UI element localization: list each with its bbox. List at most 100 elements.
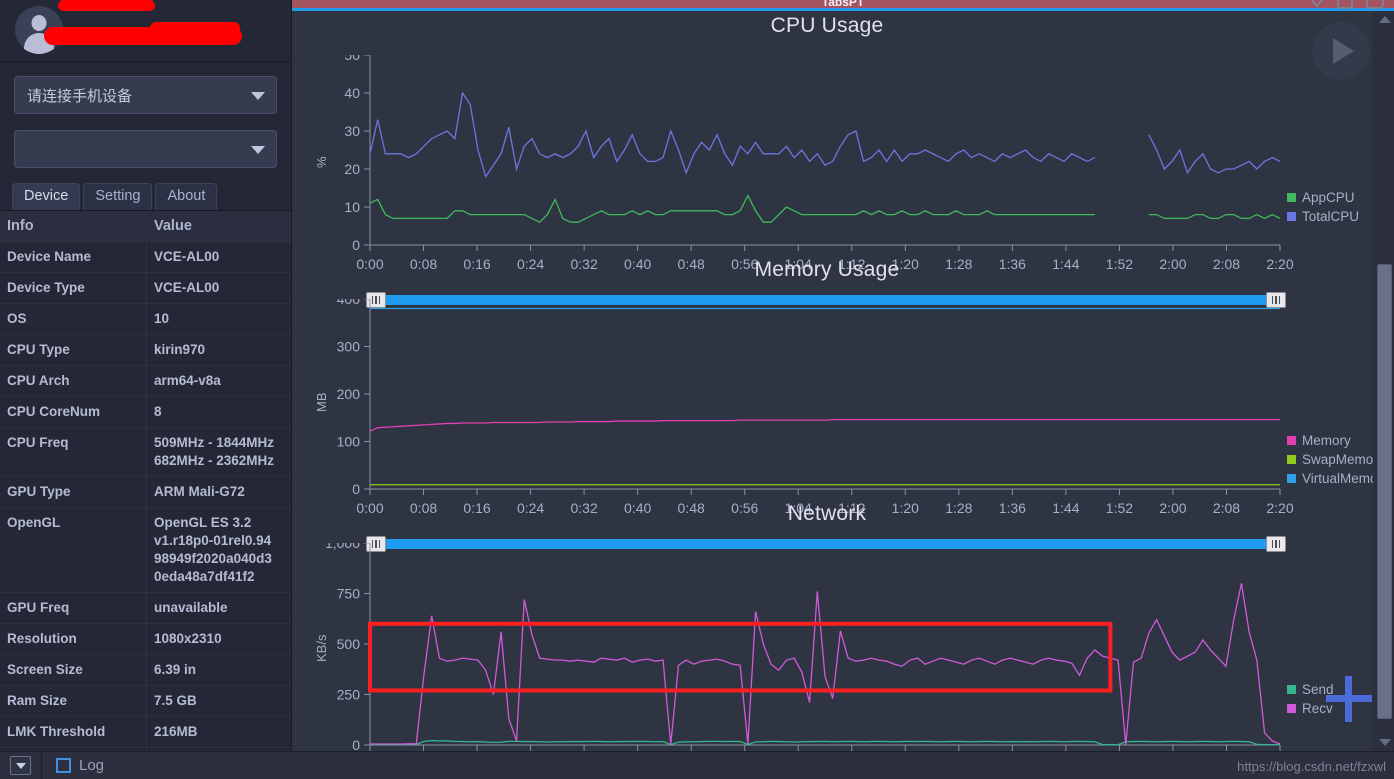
window-controls (1309, 0, 1385, 9)
y-tick-label: 750 (337, 586, 361, 602)
log-checkbox[interactable] (56, 758, 71, 773)
y-tick-label: 200 (337, 386, 361, 402)
table-cell-value: 7.5 GB (154, 693, 197, 708)
series-line-memory (369, 419, 1280, 432)
maximize-icon[interactable] (1365, 0, 1385, 9)
tab-device-label: Device (24, 188, 69, 204)
y-tick-label: 100 (337, 434, 361, 450)
table-row: Resolution 1080x2310 (0, 624, 291, 655)
table-cell-info: CPU CoreNum (0, 397, 147, 427)
chart-title: CPU Usage (770, 14, 884, 37)
redaction-mark (150, 22, 240, 34)
table-cell-value: kirin970 (154, 342, 206, 357)
table-row: CPU CoreNum 8 (0, 397, 291, 428)
legend-swatch-icon (1287, 212, 1296, 221)
chevron-down-icon (15, 762, 26, 769)
table-cell-value: OpenGL ES 3.2 v1.r18p0-01rel0.94 98949f2… (154, 515, 272, 584)
play-icon (1333, 38, 1354, 64)
legend-swatch-icon (1287, 436, 1296, 445)
minimize-icon[interactable] (1336, 0, 1354, 9)
selectors: 请连接手机设备 (0, 62, 291, 168)
chevron-down-icon (251, 92, 265, 100)
chevron-down-icon[interactable] (1309, 0, 1325, 9)
table-header-row: Info Value (0, 211, 291, 242)
series-line-totalcpu (369, 91, 1281, 179)
plot-area: 010203040500:00 0:08 0:16 0:24 0:32 0:40 0:48 0… (344, 55, 1294, 272)
y-tick-label: 50 (344, 55, 360, 63)
avatar-head-shape (31, 15, 47, 31)
legend-swatch-icon (1287, 704, 1296, 713)
window-title-bar: TabsPT (292, 0, 1394, 9)
table-cell-info: Screen Size (0, 655, 147, 685)
legend-label: TotalCPU (1302, 209, 1360, 224)
highlight-rectangle (368, 621, 1113, 693)
legend-swatch-icon (1287, 474, 1296, 483)
table-cell-info: CPU Freq (0, 428, 147, 476)
chevron-down-icon (1378, 739, 1391, 746)
table-row: OS 10 (0, 304, 291, 335)
sidebar-tabs: Device Setting About (0, 183, 291, 211)
table-cell-info: Ram Size (0, 686, 147, 716)
device-select-value: 请连接手机设备 (27, 87, 133, 105)
app-window: 请连接手机设备 Device Setting About Info Value … (0, 0, 1394, 779)
y-tick-label: 400 (337, 299, 361, 307)
legend-item[interactable]: TotalCPU (1287, 207, 1359, 226)
bottom-status-bar: Log https://blog.csdn.net/fzxwl (0, 751, 1394, 779)
plot-area: 01002003004000:00 0:08 0:16 0:24 0:32 0:40 0:4… (337, 299, 1294, 516)
tab-device[interactable]: Device (12, 183, 81, 210)
table-cell-info: CPU Type (0, 335, 147, 365)
table-cell-value: 1080x2310 (154, 631, 222, 646)
column-header-info: Info (0, 211, 147, 241)
table-cell-info: Resolution (0, 624, 147, 654)
table-cell-value: 6.39 in (154, 662, 197, 677)
add-button[interactable] (1326, 676, 1372, 722)
device-info-table: Info Value Device Name VCE-AL00 Device Typ… (0, 211, 291, 779)
tab-about-label: About (167, 188, 206, 204)
process-select[interactable] (14, 130, 277, 168)
table-cell-info: OpenGL (0, 508, 147, 592)
axis-lines (369, 299, 1280, 490)
scrollbar-thumb[interactable] (1377, 264, 1392, 719)
y-tick-label: 10 (344, 199, 360, 215)
charts-container: CPU Usage% 0 10 20 30 40 50 0:00 0:08 0:16 0:24 0:3… (292, 11, 1389, 772)
profile-header (0, 0, 291, 62)
y-tick-label: 40 (344, 85, 360, 101)
table-cell-value: VCE-AL00 (154, 249, 220, 264)
table-row: Device Type VCE-AL00 (0, 273, 291, 304)
log-label: Log (79, 757, 105, 774)
table-cell-value: 10 (154, 311, 170, 326)
main-vertical-scrollbar[interactable] (1373, 11, 1394, 751)
table-cell-value: unavailable (154, 600, 228, 615)
play-button[interactable] (1312, 22, 1370, 80)
table-row: GPU Type ARM Mali-G72 (0, 477, 291, 508)
y-tick-label: 500 (337, 636, 361, 652)
table-cell-value: 8 (154, 404, 162, 419)
device-select[interactable]: 请连接手机设备 (14, 76, 277, 114)
table-cell-info: OS (0, 304, 147, 334)
plot-area: 02505007501,0000:000:080:160:240:320:400… (325, 543, 1294, 772)
scroll-down-button[interactable] (1374, 734, 1394, 751)
legend-swatch-icon (1287, 455, 1296, 464)
tab-about[interactable]: About (155, 183, 218, 210)
legend-label: Memory (1302, 433, 1351, 448)
legend-item[interactable]: AppCPU (1287, 188, 1359, 207)
chart-legend: AppCPU TotalCPU (1287, 188, 1359, 226)
table-row: LMK Threshold 216MB (0, 717, 291, 748)
table-cell-info: GPU Freq (0, 593, 147, 623)
redaction-mark (58, 0, 155, 11)
y-tick-label: 30 (344, 123, 360, 139)
watermark: https://blog.csdn.net/fzxwl (1237, 759, 1386, 774)
table-row: Screen Size 6.39 in (0, 655, 291, 686)
y-tick-label: 0 (352, 237, 360, 253)
table-cell-info: CPU Arch (0, 366, 147, 396)
expand-panel-button[interactable] (10, 756, 31, 775)
table-cell-info: GPU Type (0, 477, 147, 507)
y-tick-label: 300 (337, 339, 361, 355)
legend-swatch-icon (1287, 685, 1296, 694)
tab-setting-label: Setting (95, 188, 141, 204)
scroll-up-button[interactable] (1374, 11, 1394, 28)
table-cell-value: VCE-AL00 (154, 280, 220, 295)
table-row: CPU Type kirin970 (0, 335, 291, 366)
tab-setting[interactable]: Setting (83, 183, 153, 210)
left-sidebar: 请连接手机设备 Device Setting About Info Value … (0, 0, 292, 779)
